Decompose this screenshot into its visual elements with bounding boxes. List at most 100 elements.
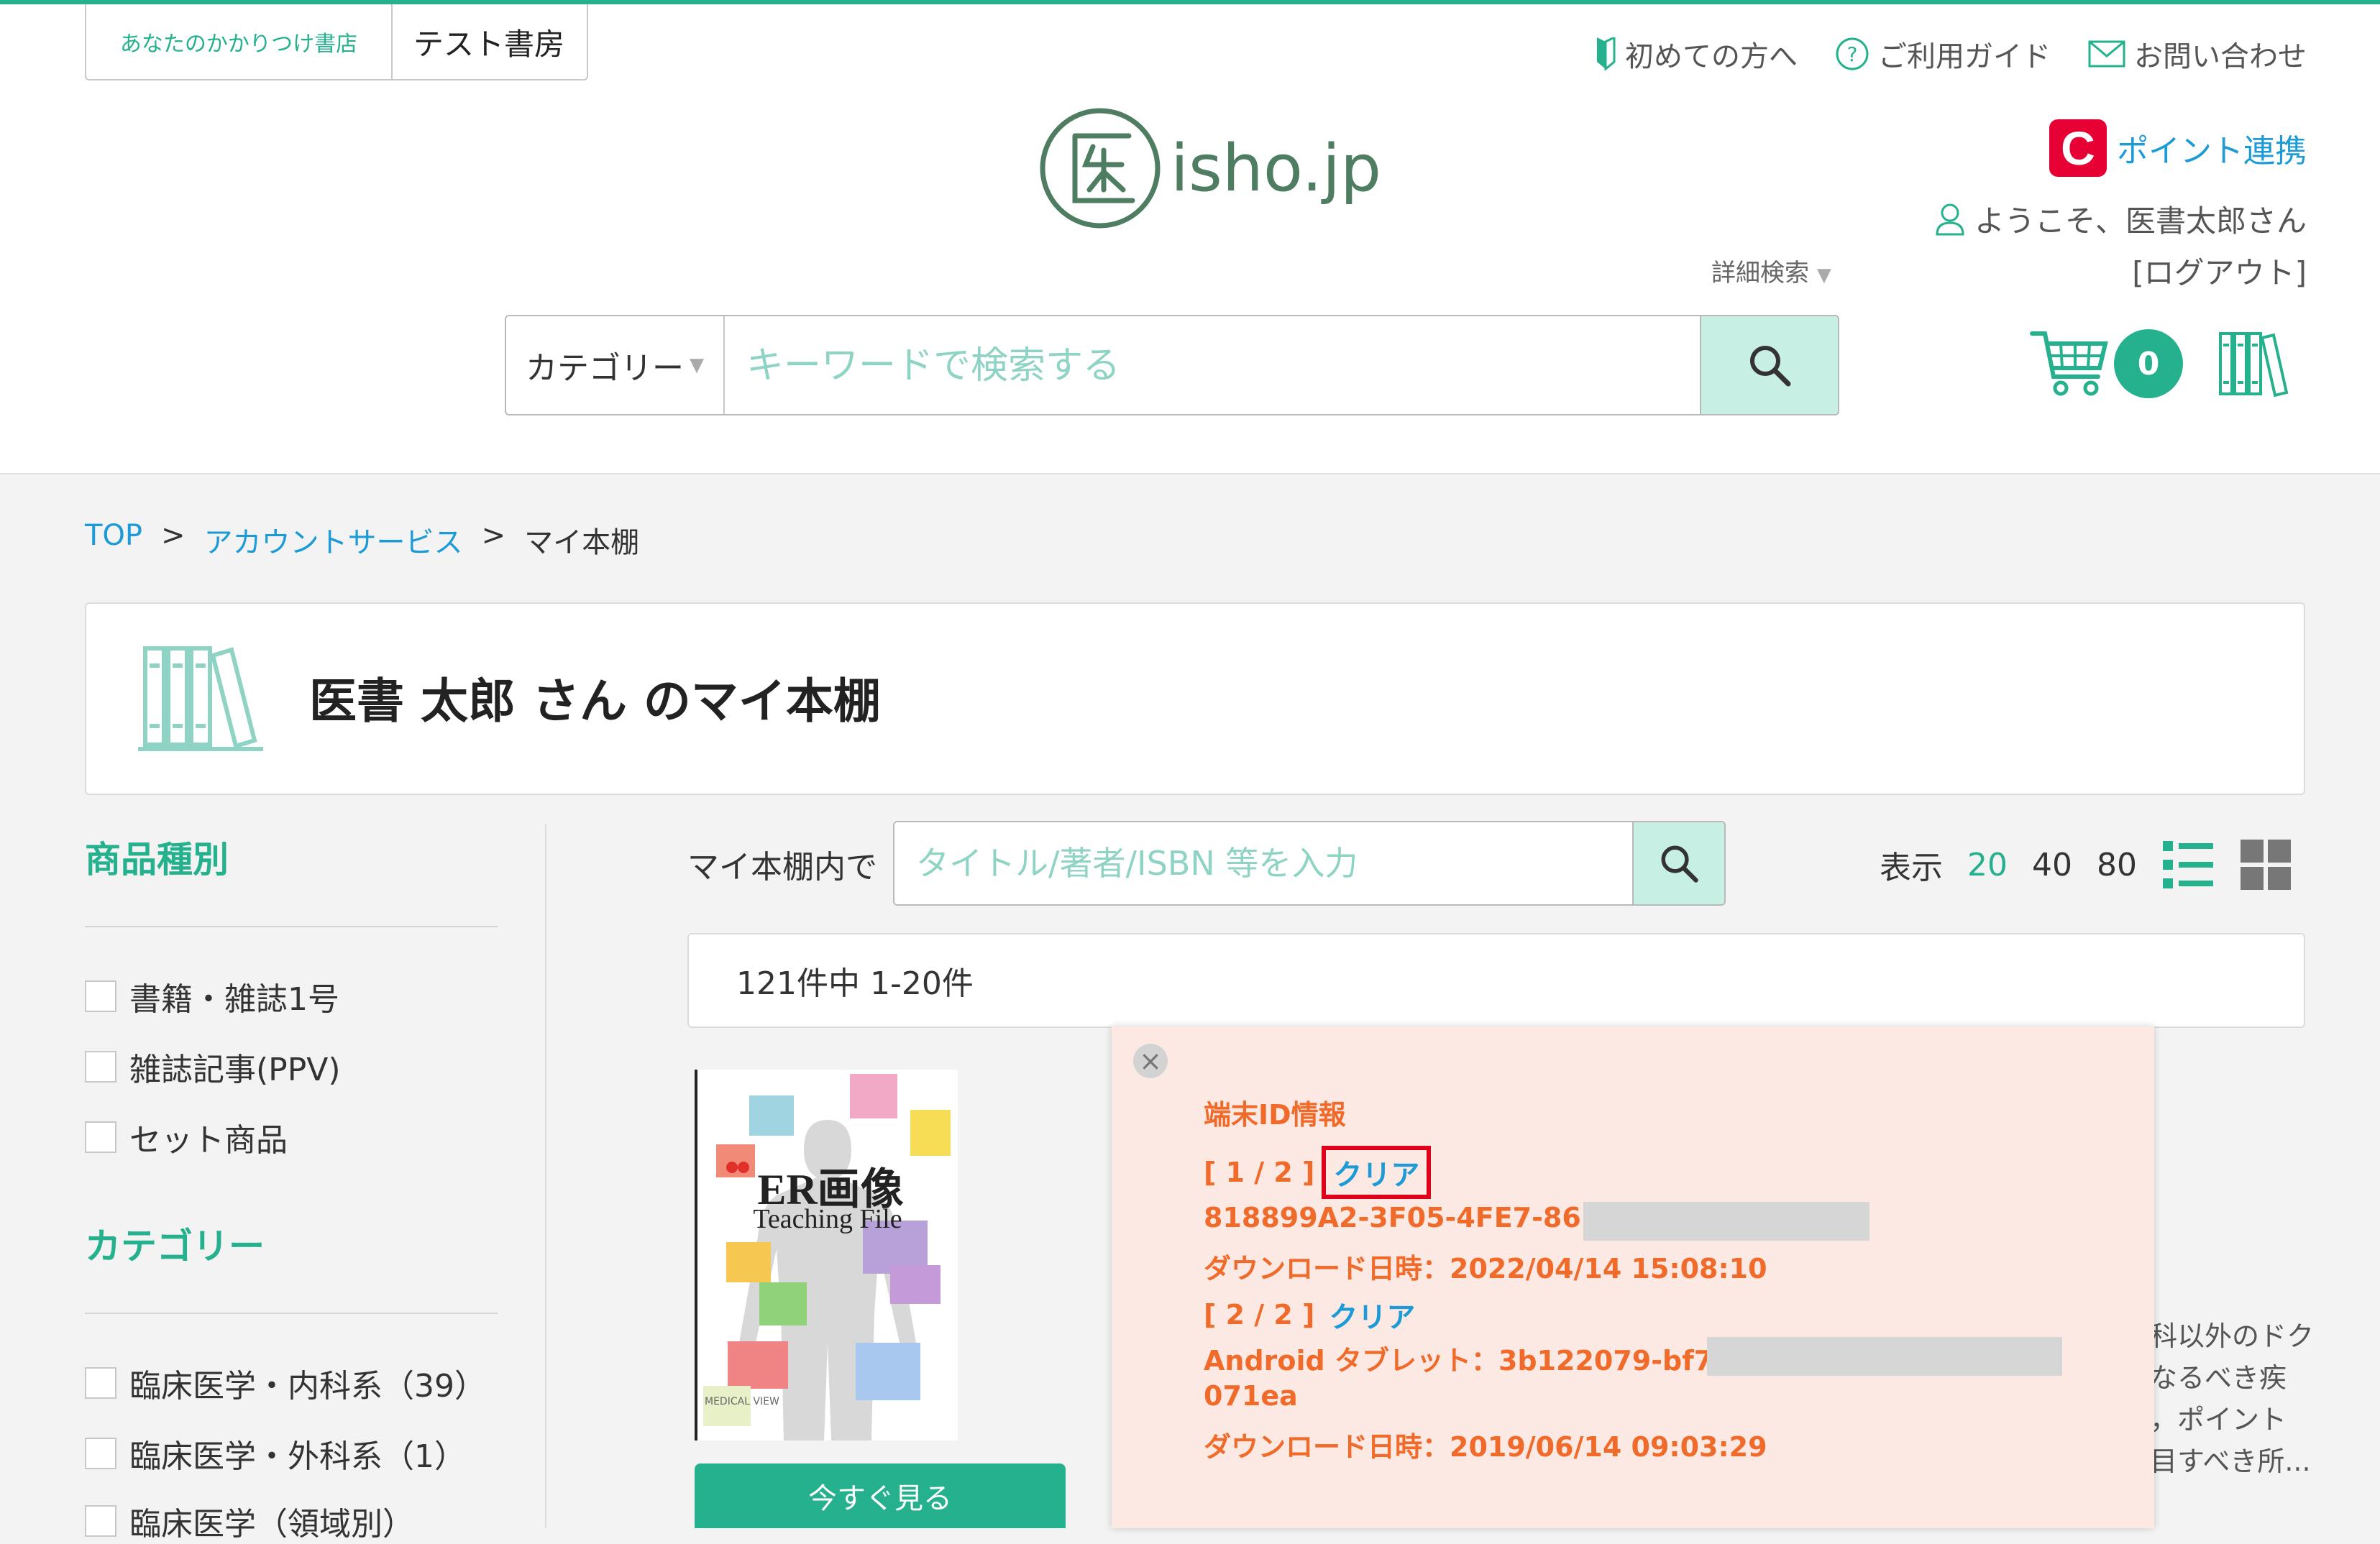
device-entry-2-header: [ 2 / 2 ] クリア [1204, 1294, 1415, 1336]
device-entry-1-id: 818899A2-3F05-4FE7-86 [1204, 1202, 1581, 1233]
svg-text:?: ? [1847, 42, 1858, 66]
filter-set[interactable]: セット商品 [85, 1114, 288, 1160]
device-entry-1-download: ダウンロード日時：2022/04/14 15:08:10 [1204, 1253, 1767, 1285]
store-tagline: あなたのかかりつけ書店 [86, 4, 393, 79]
help-icon: ? [1835, 37, 1869, 71]
checkbox[interactable] [85, 980, 116, 1012]
filter-by-field[interactable]: 臨床医学（領域別） [85, 1498, 414, 1544]
clear-device-2-button[interactable]: クリア [1329, 1294, 1415, 1336]
checkbox[interactable] [85, 1051, 116, 1083]
user-icon [1934, 203, 1966, 236]
bookshelf-link[interactable] [2216, 329, 2291, 401]
point-link-label: ポイント連携 [2117, 133, 2307, 170]
divider [85, 1313, 498, 1314]
store-badge[interactable]: あなたのかかりつけ書店 テスト書房 [85, 4, 588, 81]
display-controls: 表示 20 40 80 [1880, 838, 2292, 891]
link-beginner[interactable]: 初めての方へ [1595, 33, 1798, 75]
device-entry-2-id-cont: 071ea [1204, 1380, 1298, 1412]
keyword-search-input[interactable] [725, 316, 1700, 414]
site-header: あなたのかかりつけ書店 テスト書房 初めての方へ ? ご利用ガイド お問い合わせ [0, 4, 2380, 474]
per-page-80[interactable]: 80 [2097, 847, 2137, 883]
site-logo[interactable]: isho.jp [1035, 104, 1381, 233]
filter-label: 臨床医学・外科系（1） [129, 1438, 466, 1475]
beginner-icon [1595, 37, 1616, 70]
breadcrumb-top[interactable]: TOP [85, 519, 142, 561]
book-description-line: ，ポイント [2150, 1404, 2287, 1435]
mail-icon [2088, 40, 2125, 68]
filter-label: 書籍・雑誌1号 [129, 981, 339, 1018]
device-entry-2-download: ダウンロード日時：2019/06/14 09:03:29 [1204, 1431, 1767, 1463]
category-select[interactable]: カテゴリー ▼ [506, 316, 725, 414]
redaction-block [1707, 1337, 2062, 1376]
detail-search-toggle[interactable]: 詳細検索 ▼ [1711, 253, 1831, 288]
breadcrumb-separator: > [481, 519, 506, 552]
main-search-bar: カテゴリー ▼ [505, 315, 1839, 415]
grid-view-icon[interactable] [2239, 838, 2292, 891]
shelf-search-input[interactable] [894, 822, 1632, 904]
detail-search-label: 詳細検索 [1711, 259, 1809, 288]
device-entry-index: [ 2 / 2 ] [1204, 1299, 1315, 1331]
result-count: 121件中 1-20件 [687, 933, 2305, 1028]
redaction-block [1583, 1202, 1869, 1241]
point-link[interactable]: C ポイント連携 [2049, 119, 2307, 177]
display-label: 表示 [1880, 850, 1943, 886]
book-cover[interactable]: MEDICAL VIEW ER画像 Teaching File [695, 1070, 958, 1440]
shelf-search-button[interactable] [1632, 822, 1724, 904]
breadcrumb: TOP > アカウントサービス > マイ本棚 [85, 519, 639, 561]
filter-surgery[interactable]: 臨床医学・外科系（1） [85, 1430, 466, 1476]
caret-down-icon: ▼ [1816, 265, 1831, 286]
link-contact[interactable]: お問い合わせ [2088, 33, 2307, 75]
checkbox[interactable] [85, 1438, 116, 1469]
clear-device-1-button[interactable]: クリア [1322, 1146, 1432, 1199]
divider [85, 926, 498, 927]
link-guide-label: ご利用ガイド [1878, 40, 2051, 73]
welcome-message: ようこそ、医書太郎さん [1934, 197, 2307, 241]
popup-title: 端末ID情報 [1204, 1099, 1346, 1131]
top-links: 初めての方へ ? ご利用ガイド お問い合わせ [1595, 33, 2307, 75]
book-cover-art: MEDICAL VIEW [697, 1070, 958, 1440]
logo-emblem-icon [1040, 108, 1161, 229]
page-title-card: 医書 太郎 さん のマイ本棚 [85, 602, 2305, 795]
cart-icon [2030, 331, 2108, 396]
search-icon [1661, 845, 1698, 883]
category-heading: カテゴリー [85, 1226, 265, 1267]
watch-now-button[interactable]: 今すぐ見る [695, 1463, 1066, 1528]
search-icon [1750, 346, 1791, 387]
category-select-label: カテゴリー [526, 350, 684, 387]
book-description-line: なるべき疾 [2150, 1362, 2287, 1394]
filter-book-magazine[interactable]: 書籍・雑誌1号 [85, 973, 339, 1019]
checkbox[interactable] [85, 1121, 116, 1153]
filter-internal-medicine[interactable]: 臨床医学・内科系（39） [85, 1360, 486, 1406]
filter-ppv[interactable]: 雑誌記事(PPV) [85, 1044, 341, 1090]
checkbox[interactable] [85, 1505, 116, 1537]
bookshelf-icon [138, 646, 263, 751]
filter-label: 雑誌記事(PPV) [129, 1052, 341, 1088]
link-contact-label: お問い合わせ [2134, 40, 2307, 73]
per-page-20[interactable]: 20 [1967, 847, 2008, 883]
store-name[interactable]: テスト書房 [391, 4, 587, 79]
breadcrumb-separator: > [161, 519, 186, 552]
cart-count-badge: 0 [2114, 329, 2183, 398]
close-icon[interactable]: × [1133, 1044, 1168, 1078]
link-beginner-label: 初めての方へ [1625, 40, 1798, 73]
point-c-icon: C [2049, 119, 2107, 177]
per-page-40[interactable]: 40 [2032, 847, 2072, 883]
filter-label: セット商品 [129, 1122, 288, 1159]
checkbox[interactable] [85, 1367, 116, 1399]
book-publisher: MEDICAL VIEW [705, 1396, 779, 1407]
breadcrumb-account[interactable]: アカウントサービス [204, 519, 463, 561]
link-guide[interactable]: ? ご利用ガイド [1835, 33, 2051, 75]
device-entry-1-header: [ 1 / 2 ] クリア [1204, 1146, 1432, 1199]
logo-text: isho.jp [1171, 130, 1382, 206]
device-entry-2-id: Android タブレット：3b122079-bf7 [1204, 1345, 1713, 1377]
logout-link[interactable]: [ログアウト] [2132, 249, 2307, 293]
book-description-line: 科以外のドク [2150, 1320, 2315, 1352]
breadcrumb-current: マイ本棚 [524, 526, 640, 559]
list-view-icon[interactable] [2161, 838, 2215, 891]
shelf-search-bar [893, 821, 1726, 906]
page-title: 医書 太郎 さん のマイ本棚 [309, 674, 881, 729]
search-button[interactable] [1700, 316, 1838, 414]
caret-down-icon: ▼ [690, 354, 704, 376]
cart-button[interactable]: 0 [2029, 323, 2183, 404]
filter-label: 臨床医学（領域別） [129, 1506, 414, 1543]
